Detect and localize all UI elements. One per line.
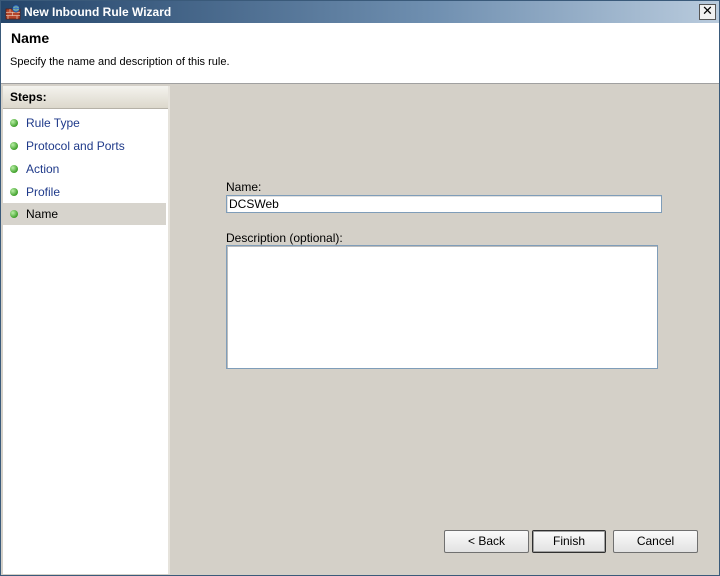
steps-panel: Steps: Rule Type Protocol and Ports Acti… <box>3 86 170 574</box>
cancel-button[interactable]: Cancel <box>613 530 698 553</box>
description-label: Description (optional): <box>226 231 343 245</box>
page-subtitle: Specify the name and description of this… <box>10 56 230 68</box>
step-action[interactable]: Action <box>3 158 166 180</box>
green-dot-icon <box>10 188 18 196</box>
step-label: Name <box>26 207 59 221</box>
step-profile[interactable]: Profile <box>3 181 166 203</box>
green-dot-icon <box>10 210 18 218</box>
step-label: Action <box>26 162 60 176</box>
main-content: Name: DCSWeb Description (optional): < B… <box>171 86 719 575</box>
name-label: Name: <box>226 180 262 194</box>
step-label: Profile <box>26 185 61 199</box>
green-dot-icon <box>10 142 18 150</box>
title-bar[interactable]: New Inbound Rule Wizard ✕ <box>1 1 719 23</box>
step-label: Rule Type <box>26 116 80 130</box>
step-protocol-and-ports[interactable]: Protocol and Ports <box>3 135 166 157</box>
steps-header: Steps: <box>3 86 168 109</box>
finish-button[interactable]: Finish <box>532 530 606 553</box>
back-button[interactable]: < Back <box>444 530 529 553</box>
description-field[interactable] <box>226 245 658 369</box>
close-button[interactable]: ✕ <box>699 4 716 20</box>
page-title: Name <box>11 30 50 46</box>
name-field[interactable]: DCSWeb <box>226 195 662 213</box>
step-name[interactable]: Name <box>3 203 166 225</box>
window-title: New Inbound Rule Wizard <box>24 5 172 19</box>
wizard-header: Name Specify the name and description of… <box>1 23 719 84</box>
firewall-icon <box>5 4 21 20</box>
green-dot-icon <box>10 165 18 173</box>
wizard-window: New Inbound Rule Wizard ✕ Name Specify t… <box>0 0 720 576</box>
close-icon: ✕ <box>702 4 713 19</box>
step-rule-type[interactable]: Rule Type <box>3 112 166 134</box>
step-label: Protocol and Ports <box>26 139 125 153</box>
green-dot-icon <box>10 119 18 127</box>
